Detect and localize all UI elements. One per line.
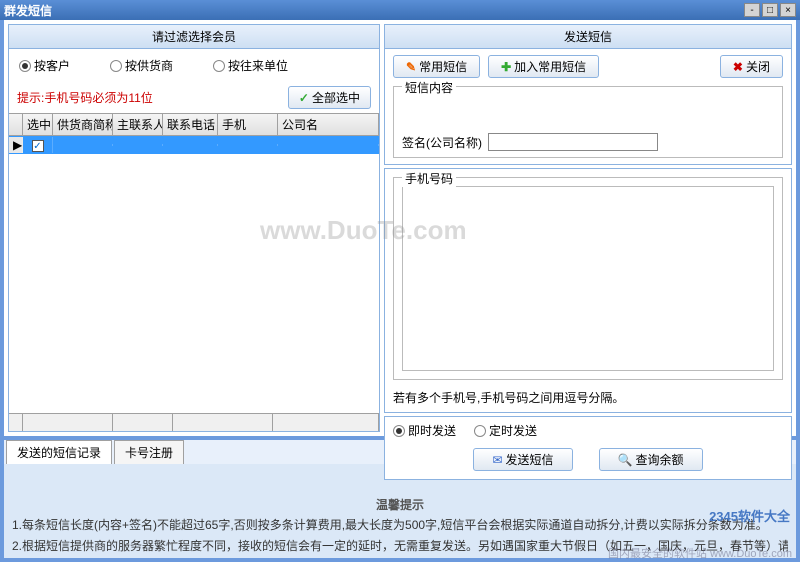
footer-cell <box>273 414 379 431</box>
table-header: 选中 供货商简称 主联系人 联系电话 手机 公司名 <box>9 114 379 136</box>
button-label: 查询余额 <box>636 451 684 468</box>
footer-cell <box>23 414 113 431</box>
close-wrap: ✖ 关闭 <box>720 55 783 78</box>
th-supplier[interactable]: 供货商简称 <box>53 114 113 135</box>
radio-icon <box>474 425 486 437</box>
add-common-sms-button[interactable]: ✚ 加入常用短信 <box>488 55 599 78</box>
filter-by-customer[interactable]: 按客户 <box>19 57 70 74</box>
table-footer <box>9 413 379 431</box>
th-marker[interactable] <box>9 114 23 135</box>
member-table: 选中 供货商简称 主联系人 联系电话 手机 公司名 ▶ ✓ <box>9 113 379 431</box>
footer-watermark: 国内最安全的软件站 www.DuoTe.com <box>608 545 792 561</box>
tip-line-1: 1.每条短信长度(内容+签名)不能超过65字,否则按多条计算费用,最大长度为50… <box>12 516 788 534</box>
button-label: 关闭 <box>746 58 770 75</box>
table-row[interactable]: ▶ ✓ <box>9 136 379 154</box>
radio-label: 按供货商 <box>125 57 173 74</box>
footer-cell <box>173 414 273 431</box>
footer-cell <box>113 414 173 431</box>
radio-label: 即时发送 <box>408 422 456 439</box>
filter-by-supplier[interactable]: 按供货商 <box>110 57 173 74</box>
filter-by-contact[interactable]: 按往来单位 <box>213 57 288 74</box>
radio-icon <box>19 60 31 72</box>
maximize-button[interactable]: □ <box>762 3 778 17</box>
envelope-icon: ✉ <box>492 453 502 467</box>
titlebar: 群发短信 - □ × <box>0 0 800 20</box>
th-mobile[interactable]: 手机 <box>218 114 278 135</box>
window-controls: - □ × <box>744 3 796 17</box>
radio-label: 按往来单位 <box>228 57 288 74</box>
phone-box: 手机号码 若有多个手机号,手机号码之间用逗号分隔。 <box>384 168 792 413</box>
th-company[interactable]: 公司名 <box>278 114 379 135</box>
footer-cell <box>9 414 23 431</box>
row-checkbox-cell[interactable]: ✓ <box>23 137 53 154</box>
common-sms-button[interactable]: ✎ 常用短信 <box>393 55 480 78</box>
left-panel: 请过滤选择会员 按客户 按供货商 按往来单位 提示:手机号码必须为11位 ✓ 全… <box>8 24 380 432</box>
table-body: ▶ ✓ <box>9 136 379 413</box>
content-legend: 短信内容 <box>402 79 456 96</box>
tips-title: 温馨提示 <box>12 468 788 513</box>
cell-phone <box>163 144 218 146</box>
pencil-icon: ✎ <box>406 60 416 74</box>
cell-contact <box>113 144 163 146</box>
signature-row: 签名(公司名称) <box>402 133 774 151</box>
tab-card-register[interactable]: 卡号注册 <box>114 440 184 464</box>
phone-legend: 手机号码 <box>402 170 456 187</box>
phone-textarea[interactable] <box>402 186 774 371</box>
radio-icon <box>213 60 225 72</box>
phone-fieldset: 手机号码 <box>393 177 783 380</box>
hint-row: 提示:手机号码必须为11位 ✓ 全部选中 <box>9 82 379 113</box>
row-marker: ▶ <box>9 137 23 153</box>
tab-sms-history[interactable]: 发送的短信记录 <box>6 440 112 464</box>
close-window-button[interactable]: × <box>780 3 796 17</box>
send-scheduled-radio[interactable]: 定时发送 <box>474 422 537 439</box>
right-panel: 发送短信 ✎ 常用短信 ✚ 加入常用短信 ✖ 关闭 短信内容 <box>384 24 792 432</box>
signature-input[interactable] <box>488 133 658 151</box>
button-label: 全部选中 <box>312 89 360 106</box>
select-all-button[interactable]: ✓ 全部选中 <box>288 86 371 109</box>
cell-mobile <box>218 144 278 146</box>
radio-label: 按客户 <box>34 57 70 74</box>
send-sms-box: 发送短信 ✎ 常用短信 ✚ 加入常用短信 ✖ 关闭 短信内容 <box>384 24 792 165</box>
right-panel-header: 发送短信 <box>385 25 791 49</box>
logo-2345: 2345软件大全 <box>709 506 790 525</box>
sms-content-fieldset: 短信内容 签名(公司名称) <box>393 86 783 158</box>
radio-icon <box>110 60 122 72</box>
phone-hint-text: 提示:手机号码必须为11位 <box>17 89 153 106</box>
checkbox-icon: ✓ <box>32 140 44 152</box>
close-icon: ✖ <box>733 60 743 74</box>
filter-radios: 按客户 按供货商 按往来单位 <box>9 49 379 82</box>
button-label: 加入常用短信 <box>514 58 586 75</box>
cell-supplier <box>53 144 113 146</box>
check-icon: ✓ <box>299 91 309 105</box>
radio-label: 定时发送 <box>489 422 537 439</box>
close-button[interactable]: ✖ 关闭 <box>720 55 783 78</box>
minimize-button[interactable]: - <box>744 3 760 17</box>
sms-content-textarea[interactable] <box>402 93 774 129</box>
phone-format-hint: 若有多个手机号,手机号码之间用逗号分隔。 <box>385 386 791 412</box>
cell-company <box>278 144 379 146</box>
send-now-radio[interactable]: 即时发送 <box>393 422 456 439</box>
search-icon: 🔍 <box>618 453 633 467</box>
th-select[interactable]: 选中 <box>23 114 53 135</box>
plus-icon: ✚ <box>501 60 511 74</box>
send-timing-radios: 即时发送 定时发送 <box>385 417 791 444</box>
left-panel-header: 请过滤选择会员 <box>9 25 379 49</box>
signature-label: 签名(公司名称) <box>402 134 482 151</box>
th-contact[interactable]: 主联系人 <box>113 114 163 135</box>
button-label: 发送短信 <box>506 451 554 468</box>
radio-icon <box>393 425 405 437</box>
button-label: 常用短信 <box>419 58 467 75</box>
window-title: 群发短信 <box>4 2 744 19</box>
th-phone[interactable]: 联系电话 <box>163 114 218 135</box>
main-content: 请过滤选择会员 按客户 按供货商 按往来单位 提示:手机号码必须为11位 ✓ 全… <box>0 20 800 440</box>
